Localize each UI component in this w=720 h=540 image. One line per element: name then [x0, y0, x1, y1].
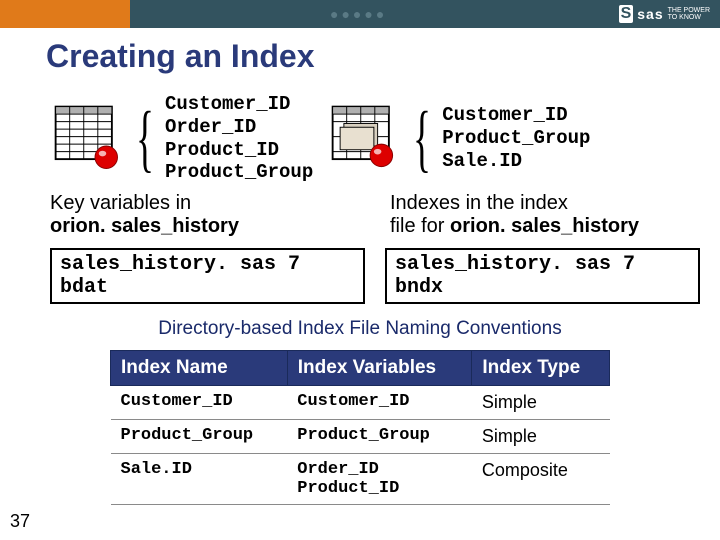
table-icon — [50, 101, 125, 176]
brace-icon: { — [413, 101, 431, 176]
th-index-vars: Index Variables — [287, 351, 472, 386]
th-index-type: Index Type — [472, 351, 610, 386]
sas-logo: S sas THE POWER TO KNOW — [619, 5, 710, 23]
table-row: Customer_ID Customer_ID Simple — [111, 386, 610, 420]
s-icon: S — [619, 5, 634, 23]
right-group: { Customer_ID Product_Group Sale.ID — [327, 101, 590, 176]
index-table: Index Name Index Variables Index Type Cu… — [110, 350, 610, 505]
slide-title: Creating an Index — [0, 28, 720, 93]
tagline: THE POWER TO KNOW — [668, 7, 710, 21]
table-row: Sale.ID Order_ID Product_ID Composite — [111, 454, 610, 505]
accent-bar — [0, 0, 130, 28]
brace-icon: { — [136, 101, 154, 176]
th-index-name: Index Name — [111, 351, 288, 386]
captions-row: Key variables in orion. sales_history In… — [0, 184, 720, 248]
right-caption: Indexes in the index file for orion. sal… — [390, 192, 700, 238]
page-number: 37 — [10, 511, 30, 532]
icons-row: { Customer_ID Order_ID Product_ID Produc… — [0, 93, 720, 184]
left-caption: Key variables in orion. sales_history — [50, 192, 360, 238]
sas-text: sas — [637, 6, 663, 22]
decorative-dots: ●●●●● — [330, 6, 387, 22]
right-var-list: Customer_ID Product_Group Sale.ID — [442, 104, 590, 172]
filename-left: sales_history. sas 7 bdat — [50, 248, 365, 304]
filename-row: sales_history. sas 7 bdat sales_history.… — [0, 248, 720, 304]
left-var-list: Customer_ID Order_ID Product_ID Product_… — [165, 93, 313, 184]
table-row: Product_Group Product_Group Simple — [111, 420, 610, 454]
index-icon — [327, 101, 402, 176]
top-bar: ●●●●● S sas THE POWER TO KNOW — [0, 0, 720, 28]
filename-right: sales_history. sas 7 bndx — [385, 248, 700, 304]
table-subtitle: Directory-based Index File Naming Conven… — [0, 304, 720, 350]
left-group: { Customer_ID Order_ID Product_ID Produc… — [50, 93, 313, 184]
